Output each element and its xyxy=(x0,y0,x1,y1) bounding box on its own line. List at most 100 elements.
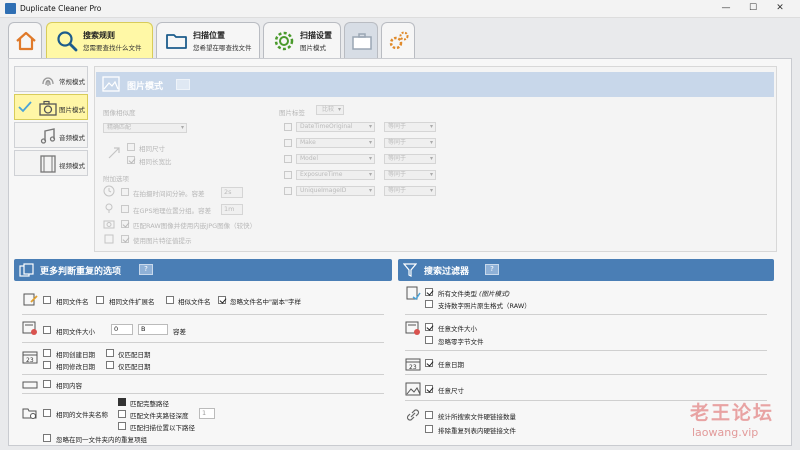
ignore-same-folder-label: 忽略在同一文件夹内的重复项组 xyxy=(56,436,147,444)
created-date-only-checkbox[interactable] xyxy=(106,349,114,357)
rotation-label: 使用图片特征值提示 xyxy=(133,237,192,245)
ignore-zero-checkbox[interactable] xyxy=(425,336,433,344)
tab-search-rules[interactable]: 搜索规则 您需要查找什么文件 xyxy=(46,22,153,58)
copy-icon xyxy=(19,263,34,277)
divider xyxy=(22,393,384,394)
more-options-title: 更多判断重复的选项 xyxy=(40,267,122,277)
tag-row-1-op[interactable]: 等同于 xyxy=(384,122,436,132)
same-filename-checkbox[interactable] xyxy=(43,296,51,304)
photo-mode-title: 图片模式 xyxy=(127,82,164,92)
same-aspect-ratio-checkbox[interactable] xyxy=(127,156,135,164)
same-dimensions-label: 相同尺寸 xyxy=(139,145,165,153)
divider xyxy=(22,314,384,315)
minimize-button[interactable]: — xyxy=(719,2,733,16)
other-options-label: 附加选项 xyxy=(103,175,129,183)
resize-icon xyxy=(108,147,120,159)
all-file-types-note: (图片模式) xyxy=(479,290,511,298)
tab-home[interactable] xyxy=(8,22,42,58)
modified-date-only-checkbox[interactable] xyxy=(106,361,114,369)
location-icon xyxy=(105,203,113,213)
same-size-checkbox[interactable] xyxy=(43,326,51,334)
tag-row-5-op[interactable]: 等同于 xyxy=(384,186,436,196)
tag-row-1-select[interactable]: DateTimeOriginal xyxy=(296,122,375,132)
gps-checkbox[interactable] xyxy=(121,205,129,213)
gps-tolerance-input[interactable]: 1m xyxy=(221,204,243,215)
image-similarity-select[interactable]: 精确匹配 xyxy=(103,123,187,133)
same-content-checkbox[interactable] xyxy=(43,380,51,388)
tag-row-5-select[interactable]: UniqueImageID xyxy=(296,186,375,196)
music-note-icon xyxy=(40,128,56,144)
ignore-same-folder-checkbox[interactable] xyxy=(43,434,51,442)
raw-jpg-checkbox[interactable] xyxy=(121,220,129,228)
tag-row-4-checkbox[interactable] xyxy=(284,171,292,179)
any-dimensions-checkbox[interactable] xyxy=(425,385,433,393)
more-options-help-button[interactable]: ? xyxy=(139,264,153,275)
count-hardlinks-label: 统计所搜索文件硬链接数量 xyxy=(438,413,516,421)
path-depth-input[interactable]: 1 xyxy=(199,408,215,419)
search-filters-help-button[interactable]: ? xyxy=(485,264,499,275)
mode-photo[interactable]: 图片模式 xyxy=(14,94,88,120)
tag-row-2-op[interactable]: 等同于 xyxy=(384,138,436,148)
same-folder-checkbox[interactable] xyxy=(43,409,51,417)
tag-row-1-checkbox[interactable] xyxy=(284,123,292,131)
calendar-icon: 23 xyxy=(22,351,38,364)
same-dimensions-checkbox[interactable] xyxy=(127,143,135,151)
file-types-icon xyxy=(406,286,421,300)
same-extension-label: 相同文件扩展名 xyxy=(109,298,155,306)
tag-row-3-select[interactable]: Model xyxy=(296,154,375,164)
tag-row-4-op[interactable]: 等同于 xyxy=(384,170,436,180)
same-created-label: 相同创建日期 xyxy=(56,351,95,359)
mode-audio-label: 音频模式 xyxy=(59,134,85,142)
image-tags-label: 图片标签 xyxy=(279,109,305,117)
all-file-types-checkbox[interactable] xyxy=(425,288,433,296)
filter-calendar-icon: 23 xyxy=(405,358,421,371)
app-icon xyxy=(5,3,16,14)
mode-audio[interactable]: 音频模式 xyxy=(14,122,88,148)
ignore-copy-label: 忽略文件名中"副本"字样 xyxy=(230,298,301,306)
tab-options[interactable] xyxy=(381,22,415,58)
raw-support-checkbox[interactable] xyxy=(425,300,433,308)
raw-support-label: 支持数字照片原生格式（RAW） xyxy=(438,302,531,310)
divider xyxy=(22,342,384,343)
any-size-checkbox[interactable] xyxy=(425,323,433,331)
mode-regular[interactable]: 常规模式 xyxy=(14,66,88,92)
match-path-depth-radio[interactable] xyxy=(118,410,126,418)
time-tolerance-input[interactable]: 2s xyxy=(221,187,243,198)
same-extension-checkbox[interactable] xyxy=(96,296,104,304)
tab-scan-settings[interactable]: 扫描设置 图片模式 xyxy=(263,22,341,58)
close-button[interactable]: ✕ xyxy=(773,2,787,16)
rotation-checkbox[interactable] xyxy=(121,235,129,243)
tag-row-4-select[interactable]: ExposureTime xyxy=(296,170,375,180)
ignore-copy-checkbox[interactable] xyxy=(218,296,226,304)
tab-scan-location[interactable]: 扫描位置 您希望在哪查找文件 xyxy=(156,22,260,58)
match-below-radio[interactable] xyxy=(118,422,126,430)
exclude-hardlinks-label: 排除重复列表内硬链接文件 xyxy=(438,427,516,435)
rotate-icon xyxy=(104,234,114,244)
any-date-checkbox[interactable] xyxy=(425,359,433,367)
count-hardlinks-checkbox[interactable] xyxy=(425,411,433,419)
size-tolerance-input[interactable]: 0 xyxy=(111,324,133,335)
same-content-label: 相同内容 xyxy=(56,382,82,390)
maximize-button[interactable]: ☐ xyxy=(746,2,760,16)
tab-toolbox[interactable] xyxy=(344,22,378,58)
size-unit-select[interactable]: B xyxy=(138,324,168,335)
exclude-hardlinks-checkbox[interactable] xyxy=(425,425,433,433)
tag-row-3-checkbox[interactable] xyxy=(284,155,292,163)
same-modified-checkbox[interactable] xyxy=(43,361,51,369)
match-full-path-radio[interactable] xyxy=(118,398,126,406)
within-time-label: 在拍摄时间间分钟。容差 xyxy=(133,190,205,198)
tag-row-5-checkbox[interactable] xyxy=(284,187,292,195)
photo-help-button[interactable] xyxy=(176,79,190,90)
tag-row-2-checkbox[interactable] xyxy=(284,139,292,147)
tag-row-3-op[interactable]: 等同于 xyxy=(384,154,436,164)
image-tags-compare-button[interactable]: 比较 xyxy=(316,105,344,115)
same-created-checkbox[interactable] xyxy=(43,349,51,357)
created-date-only-label: 仅匹配日期 xyxy=(118,351,151,359)
tag-row-2-select[interactable]: Make xyxy=(296,138,375,148)
within-time-checkbox[interactable] xyxy=(121,188,129,196)
tab-scan-location-title: 扫描位置 xyxy=(193,31,225,40)
mode-video[interactable]: 视频模式 xyxy=(14,150,88,176)
similar-filename-checkbox[interactable] xyxy=(166,296,174,304)
watermark: 老王论坛 laowang.vip xyxy=(650,398,774,439)
same-filename-label: 相同文件名 xyxy=(56,298,89,306)
